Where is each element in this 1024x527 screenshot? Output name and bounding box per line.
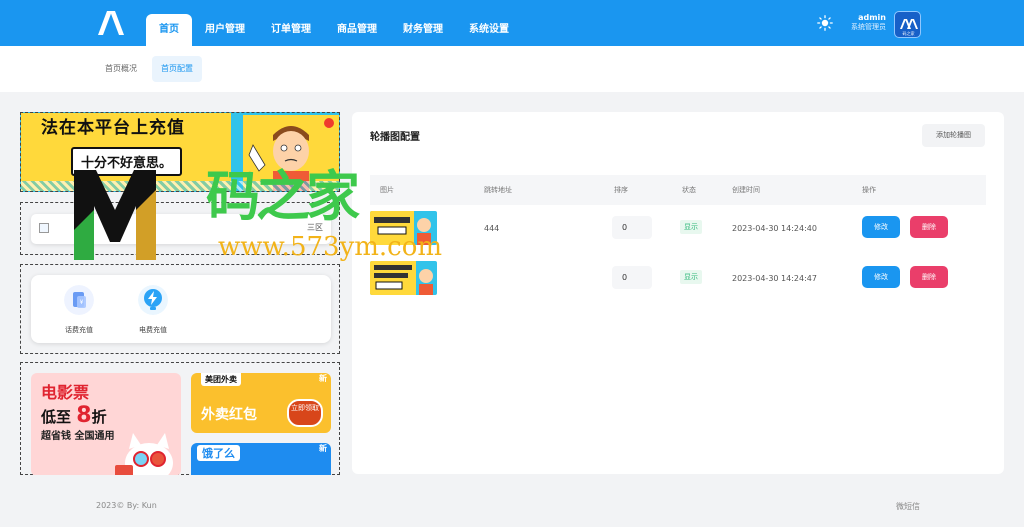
col-sort: 排序 bbox=[614, 186, 628, 194]
tab-home-config[interactable]: 首页配置 bbox=[152, 56, 202, 82]
watermark-text: 码之家 bbox=[206, 164, 360, 228]
recharge-card: ¥ 话费充值 电费充值 bbox=[31, 275, 331, 343]
movie-discount-suffix: 折 bbox=[91, 408, 107, 426]
col-status: 状态 bbox=[682, 186, 696, 194]
nav-finance[interactable]: 财务管理 bbox=[390, 14, 456, 46]
claim-button[interactable]: 立即领取 bbox=[287, 399, 323, 427]
footer-link[interactable]: 微短信 bbox=[896, 501, 920, 512]
movie-ticket-promo[interactable]: 电影票 低至 8折 超省钱 全国通用 bbox=[31, 373, 181, 475]
sort-input[interactable]: 0 bbox=[612, 216, 652, 239]
main-nav: 首页 用户管理 订单管理 商品管理 财务管理 系统设置 bbox=[146, 14, 522, 46]
recharge-section: ¥ 话费充值 电费充值 bbox=[20, 264, 340, 354]
table-header: 图片 跳转地址 排序 状态 创建时间 操作 bbox=[370, 175, 986, 205]
footer-copyright: 2023© By: Kun bbox=[96, 501, 157, 510]
watermark-logo-icon bbox=[74, 170, 156, 260]
food-title: 外卖红包 bbox=[201, 407, 257, 423]
phone-recharge[interactable]: ¥ 话费充值 bbox=[49, 285, 109, 335]
tab-home-overview[interactable]: 首页概况 bbox=[96, 56, 146, 82]
watermark-url: www.573ym.com bbox=[218, 232, 443, 262]
phone-bill-icon: ¥ bbox=[64, 285, 94, 315]
user-role: 系统管理员 bbox=[851, 23, 886, 31]
takeout-promo[interactable]: 美团外卖 外卖红包 立即领取 新 bbox=[191, 373, 331, 433]
banner-headline: 法在本平台上充值 bbox=[41, 118, 185, 138]
avatar[interactable]: 码之家 bbox=[894, 11, 921, 38]
promo-section: 电影票 低至 8折 超省钱 全国通用 美团外卖 外卖红包 立即领取 新 饿了么 … bbox=[20, 362, 340, 475]
eleme-promo[interactable]: 饿了么 新 bbox=[191, 443, 331, 475]
movie-discount-number: 8 bbox=[76, 403, 92, 428]
row-link: 444 bbox=[484, 224, 500, 233]
phone-recharge-label: 话费充值 bbox=[65, 326, 93, 334]
eleme-new-badge: 新 bbox=[319, 444, 327, 453]
avatar-logo-icon: 码之家 bbox=[900, 19, 918, 36]
row-created-time: 2023-04-30 14:24:47 bbox=[732, 274, 817, 283]
col-link: 跳转地址 bbox=[484, 186, 512, 194]
lightning-icon bbox=[138, 285, 168, 315]
eleme-logo: 饿了么 bbox=[197, 445, 240, 461]
col-image: 图片 bbox=[380, 186, 394, 194]
col-created: 创建时间 bbox=[732, 186, 760, 194]
app-logo-icon[interactable] bbox=[96, 11, 126, 35]
movie-subtitle: 超省钱 全国通用 bbox=[41, 431, 115, 442]
edit-button[interactable]: 修改 bbox=[862, 216, 900, 238]
electric-recharge[interactable]: 电费充值 bbox=[123, 285, 183, 335]
status-badge: 显示 bbox=[680, 270, 702, 284]
delete-button[interactable]: 删除 bbox=[910, 266, 948, 288]
carousel-thumbnail[interactable] bbox=[370, 261, 437, 295]
movie-title: 电影票 bbox=[41, 383, 90, 402]
add-carousel-button[interactable]: 添加轮播图 bbox=[922, 124, 985, 147]
nav-home[interactable]: 首页 bbox=[146, 14, 192, 46]
food-brand: 美团外卖 bbox=[201, 373, 241, 386]
table-row: 444 0 显示 2023-04-30 14:24:40 修改 删除 bbox=[370, 209, 986, 254]
svg-text:¥: ¥ bbox=[80, 299, 84, 306]
delete-button[interactable]: 删除 bbox=[910, 216, 948, 238]
nav-settings[interactable]: 系统设置 bbox=[456, 14, 522, 46]
status-badge: 显示 bbox=[680, 220, 702, 234]
user-name[interactable]: admin bbox=[846, 13, 886, 22]
row-created-time: 2023-04-30 14:24:40 bbox=[732, 224, 817, 233]
food-new-badge: 新 bbox=[319, 374, 327, 383]
avatar-text: 码之家 bbox=[903, 30, 915, 36]
broken-image-icon bbox=[39, 223, 49, 233]
top-bar: 首页 用户管理 订单管理 商品管理 财务管理 系统设置 admin 系统管理员 … bbox=[0, 0, 1024, 46]
nav-products[interactable]: 商品管理 bbox=[324, 14, 390, 46]
electric-recharge-label: 电费充值 bbox=[139, 326, 167, 334]
nav-users[interactable]: 用户管理 bbox=[192, 14, 258, 46]
carousel-config-panel: 轮播图配置 添加轮播图 图片 跳转地址 排序 状态 创建时间 操作 444 0 … bbox=[352, 112, 1004, 474]
sort-input[interactable]: 0 bbox=[612, 266, 652, 289]
cat-mascot-icon bbox=[115, 433, 173, 475]
sub-nav: 首页概况 首页配置 bbox=[0, 46, 1024, 92]
col-actions: 操作 bbox=[862, 186, 876, 194]
movie-discount-prefix: 低至 bbox=[41, 408, 72, 426]
movie-discount: 低至 8折 bbox=[41, 403, 107, 428]
theme-toggle-sun-icon[interactable] bbox=[817, 15, 833, 31]
panel-title: 轮播图配置 bbox=[370, 132, 420, 143]
nav-orders[interactable]: 订单管理 bbox=[258, 14, 324, 46]
edit-button[interactable]: 修改 bbox=[862, 266, 900, 288]
table-row: 0 显示 2023-04-30 14:24:47 修改 删除 bbox=[370, 259, 986, 304]
